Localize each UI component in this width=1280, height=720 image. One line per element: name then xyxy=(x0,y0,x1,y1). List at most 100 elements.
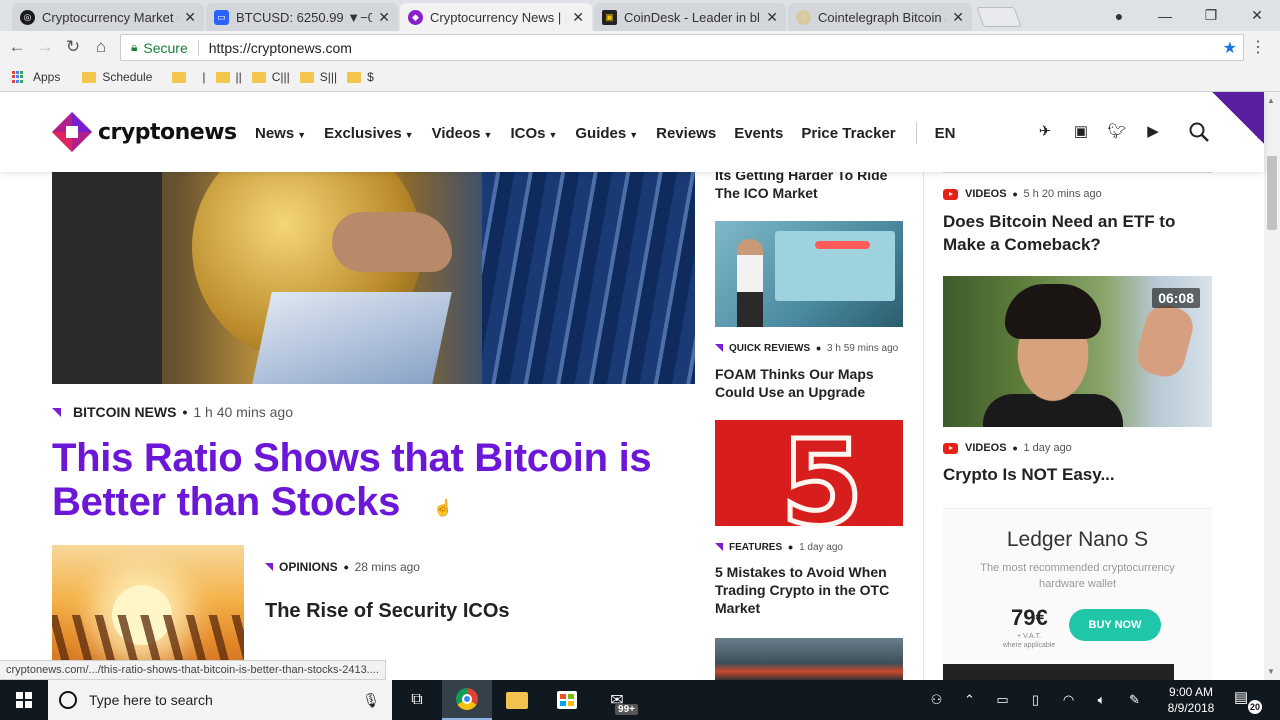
article-title-link[interactable]: FOAM Thinks Our Maps Could Use an Upgrad… xyxy=(715,365,905,401)
action-center-icon[interactable]: ▤ 20 xyxy=(1234,688,1262,714)
bookmark-star-icon[interactable]: ★ xyxy=(1223,38,1237,58)
browser-tab-cointelegraph[interactable]: ◌ Cointelegraph Bitcoin & E ✕ xyxy=(788,3,972,31)
article-thumbnail[interactable] xyxy=(715,638,903,680)
taskbar-search[interactable]: Type here to search 🎙︎ xyxy=(48,680,392,720)
ledger-ad[interactable]: Ledger Nano S The most recommended crypt… xyxy=(943,508,1212,680)
nav-item-price-tracker[interactable]: Price Tracker xyxy=(801,125,895,142)
close-window-icon[interactable]: ✕ xyxy=(1234,0,1280,31)
display-icon[interactable]: ▭ xyxy=(986,692,1019,708)
video-thumbnail[interactable]: 06:08 xyxy=(943,276,1212,427)
start-button[interactable] xyxy=(0,680,48,720)
facebook-icon[interactable]: ▣ xyxy=(1063,122,1099,140)
browser-tab-cryptonews[interactable]: ◆ Cryptocurrency News | La ✕ xyxy=(400,3,592,31)
bookmark-folder[interactable]: S||| xyxy=(299,70,337,84)
restore-icon[interactable]: ❐ xyxy=(1188,0,1234,31)
caret-down-icon: ▼ xyxy=(548,129,558,140)
reload-icon[interactable]: ↻ xyxy=(62,37,84,57)
browser-tab-tradingview[interactable]: ▭ BTCUSD: 6250.99 ▼−0.5 ✕ xyxy=(206,3,398,31)
mail-icon[interactable]: ✉ 99+ xyxy=(592,680,642,720)
hero-image[interactable] xyxy=(52,172,695,384)
address-bar[interactable]: 🔒︎ Secure https://cryptonews.com ★ xyxy=(120,34,1244,61)
browser-tab-coinmarketcap[interactable]: ◎ Cryptocurrency Market C ✕ xyxy=(12,3,204,31)
bookmark-apps[interactable]: Apps xyxy=(0,70,60,84)
task-view-icon[interactable]: ⧉ xyxy=(392,680,442,720)
new-tab-button[interactable] xyxy=(976,7,1022,27)
category-link[interactable]: VIDEOS xyxy=(965,442,1007,454)
page-scrollbar[interactable]: ▲ ▼ xyxy=(1264,92,1280,680)
taskbar-clock[interactable]: 9:00 AM 8/9/2018 xyxy=(1156,684,1226,716)
scroll-up-icon[interactable]: ▲ xyxy=(1267,96,1275,105)
close-tab-icon[interactable]: ✕ xyxy=(184,9,196,26)
bookmark-folder[interactable] xyxy=(172,71,192,83)
cryptonews-logo-icon xyxy=(52,112,92,152)
back-icon[interactable]: ← xyxy=(6,37,28,57)
wifi-icon[interactable]: ◠ xyxy=(1052,692,1085,708)
chrome-taskbar-icon[interactable] xyxy=(442,680,492,720)
category-link[interactable]: QUICK REVIEWS xyxy=(729,343,810,354)
nav-item-events[interactable]: Events xyxy=(734,125,783,142)
mail-badge: 99+ xyxy=(615,704,638,715)
telegram-icon[interactable]: ✈ xyxy=(1027,122,1063,140)
pen-icon[interactable]: ✎ xyxy=(1118,692,1151,708)
nav-item-reviews[interactable]: Reviews xyxy=(656,125,716,142)
caret-down-icon: ▼ xyxy=(404,129,414,140)
corner-ribbon[interactable] xyxy=(1212,92,1264,144)
close-tab-icon[interactable]: ✕ xyxy=(572,9,584,26)
meta-separator: • xyxy=(788,539,794,555)
main-nav: News ▼ Exclusives ▼ Videos ▼ ICOs ▼ Guides ▼ … xyxy=(255,122,974,144)
page-viewport: BITCOIN NEWS • 1 h 40 mins ago This Rati… xyxy=(0,92,1280,680)
store-icon[interactable] xyxy=(542,680,592,720)
article-thumbnail[interactable]: 5 xyxy=(715,420,903,526)
bookmark-folder[interactable]: || xyxy=(215,70,242,84)
bookmark-folder[interactable]: C||| xyxy=(251,70,290,84)
twitter-icon[interactable]: 🐦︎ xyxy=(1099,122,1135,140)
browser-menu-icon[interactable]: ⋮ xyxy=(1250,37,1266,57)
nav-item-videos[interactable]: Videos ▼ xyxy=(432,125,493,142)
bookmark-schedule[interactable]: Schedule xyxy=(82,70,152,84)
file-explorer-icon[interactable] xyxy=(492,680,542,720)
nav-item-guides[interactable]: Guides ▼ xyxy=(575,125,638,142)
buy-now-button[interactable]: BUY NOW xyxy=(1069,609,1161,641)
nav-item-news[interactable]: News ▼ xyxy=(255,125,306,142)
notification-count: 20 xyxy=(1248,700,1262,714)
video-title-link[interactable]: Does Bitcoin Need an ETF to Make a Comeb… xyxy=(943,210,1212,256)
category-link[interactable]: VIDEOS xyxy=(965,188,1007,200)
system-tray: ⚇ ⌃ ▭ ▯ ◠ 🔈︎ ✎ xyxy=(920,680,1151,720)
battery-icon[interactable]: ▯ xyxy=(1019,692,1052,708)
category-link[interactable]: FEATURES xyxy=(729,542,782,553)
language-selector[interactable]: EN xyxy=(935,125,956,142)
people-icon[interactable]: ⚇ xyxy=(920,692,953,708)
nav-item-icos[interactable]: ICOs ▼ xyxy=(510,125,557,142)
scroll-down-icon[interactable]: ▼ xyxy=(1267,667,1275,676)
youtube-icon[interactable]: ▶ xyxy=(1135,122,1171,140)
site-logo[interactable]: cryptonews xyxy=(52,112,237,152)
forward-icon[interactable]: → xyxy=(34,37,56,57)
category-marker-icon xyxy=(715,543,723,551)
category-link[interactable]: BITCOIN NEWS xyxy=(73,404,176,420)
browser-toolbar: ← → ↻ ⌂ 🔒︎ Secure https://cryptonews.com… xyxy=(0,31,1280,63)
home-icon[interactable]: ⌂ xyxy=(90,37,112,57)
article-title-link[interactable]: The Rise of Security ICOs xyxy=(265,600,510,623)
browser-tab-coindesk[interactable]: ▣ CoinDesk - Leader in blo ✕ xyxy=(594,3,786,31)
bookmark-label: Schedule xyxy=(102,70,153,84)
video-title-link[interactable]: Crypto Is NOT Easy... xyxy=(943,465,1115,485)
search-icon[interactable] xyxy=(1188,121,1210,143)
article-thumbnail[interactable] xyxy=(715,221,903,327)
close-tab-icon[interactable]: ✕ xyxy=(766,9,778,26)
profile-icon[interactable]: ● xyxy=(1096,0,1142,31)
clock-time: 9:00 AM xyxy=(1168,685,1214,699)
bookmark-folder[interactable]: | xyxy=(202,70,205,84)
close-tab-icon[interactable]: ✕ xyxy=(952,9,964,26)
hero-headline-link[interactable]: This Ratio Shows that Bitcoin is Better … xyxy=(52,436,692,524)
nav-item-exclusives[interactable]: Exclusives ▼ xyxy=(324,125,413,142)
scrollbar-thumb[interactable] xyxy=(1267,156,1277,230)
microphone-icon[interactable]: 🎙︎ xyxy=(362,692,380,709)
bookmark-folder[interactable]: $ xyxy=(347,70,374,84)
minimize-icon[interactable]: — xyxy=(1142,0,1188,31)
article-title-link[interactable]: 5 Mistakes to Avoid When Trading Crypto … xyxy=(715,563,905,617)
volume-icon[interactable]: 🔈︎ xyxy=(1085,692,1118,708)
nav-label: News xyxy=(255,124,295,142)
show-hidden-icons-icon[interactable]: ⌃ xyxy=(953,692,986,708)
close-tab-icon[interactable]: ✕ xyxy=(378,9,390,26)
category-link[interactable]: OPINIONS xyxy=(279,560,338,574)
